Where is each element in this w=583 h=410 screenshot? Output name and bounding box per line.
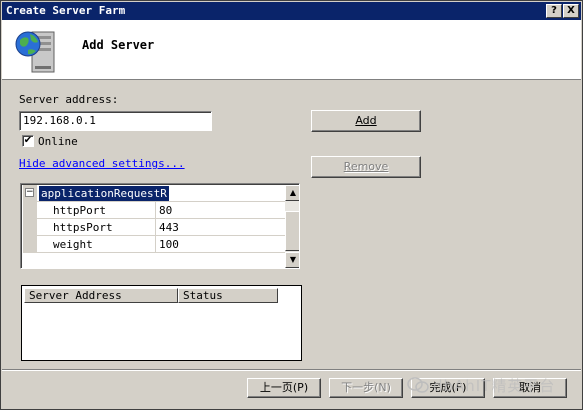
- window-title: Create Server Farm: [6, 4, 126, 17]
- property-row-httpsport[interactable]: httpsPort 443: [23, 219, 285, 236]
- collapse-icon[interactable]: −: [25, 188, 34, 197]
- column-divider: [155, 202, 156, 218]
- remove-button-label: Remove: [343, 160, 389, 173]
- property-row-httpport[interactable]: httpPort 80: [23, 202, 285, 219]
- scroll-down-icon[interactable]: ▼: [285, 252, 299, 268]
- footer-divider: [2, 369, 581, 371]
- grid-gutter: [23, 236, 37, 252]
- property-name: httpPort: [53, 204, 106, 217]
- scroll-up-icon[interactable]: ▲: [285, 185, 299, 201]
- grid-gutter: [23, 202, 37, 218]
- column-header-status[interactable]: Status: [178, 288, 278, 303]
- server-list[interactable]: Server Address Status: [21, 285, 302, 361]
- column-divider: [155, 236, 156, 252]
- column-header-server-address[interactable]: Server Address: [24, 288, 178, 303]
- wizard-header: Add Server: [2, 20, 581, 80]
- property-value[interactable]: 443: [159, 221, 179, 234]
- page-title: Add Server: [82, 38, 155, 52]
- server-address-input[interactable]: 192.168.0.1: [19, 111, 212, 131]
- online-label: Online: [38, 135, 78, 148]
- grid-gutter: [23, 219, 37, 235]
- remove-button[interactable]: Remove: [311, 156, 421, 178]
- scroll-thumb[interactable]: [285, 211, 299, 251]
- title-bar: Create Server Farm ? X: [2, 2, 581, 20]
- add-button[interactable]: Add: [311, 110, 421, 132]
- add-button-label: Add: [355, 114, 377, 127]
- server-address-label: Server address:: [19, 93, 119, 106]
- online-checkbox[interactable]: ✔: [22, 135, 34, 147]
- column-divider: [155, 219, 156, 235]
- property-name: httpsPort: [53, 221, 113, 234]
- property-category-row[interactable]: − applicationRequestR: [23, 185, 285, 202]
- property-category: applicationRequestR: [39, 186, 169, 201]
- watermark-text: dbAhIT精英平台: [433, 377, 556, 395]
- property-value[interactable]: 100: [159, 238, 179, 251]
- property-name: weight: [53, 238, 93, 251]
- server-globe-icon: [15, 31, 55, 73]
- property-row-weight[interactable]: weight 100: [23, 236, 285, 253]
- back-button[interactable]: 上一页(P): [247, 378, 321, 398]
- advanced-property-grid[interactable]: − applicationRequestR httpPort 80 httpsP…: [20, 183, 300, 269]
- hide-advanced-settings-link[interactable]: Hide advanced settings...: [19, 157, 185, 170]
- wechat-watermark-icon: [407, 377, 429, 393]
- help-button[interactable]: ?: [546, 4, 562, 18]
- create-server-farm-dialog: Create Server Farm ? X Add Server Server…: [0, 0, 583, 410]
- next-button[interactable]: 下一步(N): [329, 378, 403, 398]
- close-button[interactable]: X: [563, 4, 579, 18]
- property-grid-scrollbar[interactable]: ▲ ▼: [285, 185, 299, 268]
- property-value[interactable]: 80: [159, 204, 172, 217]
